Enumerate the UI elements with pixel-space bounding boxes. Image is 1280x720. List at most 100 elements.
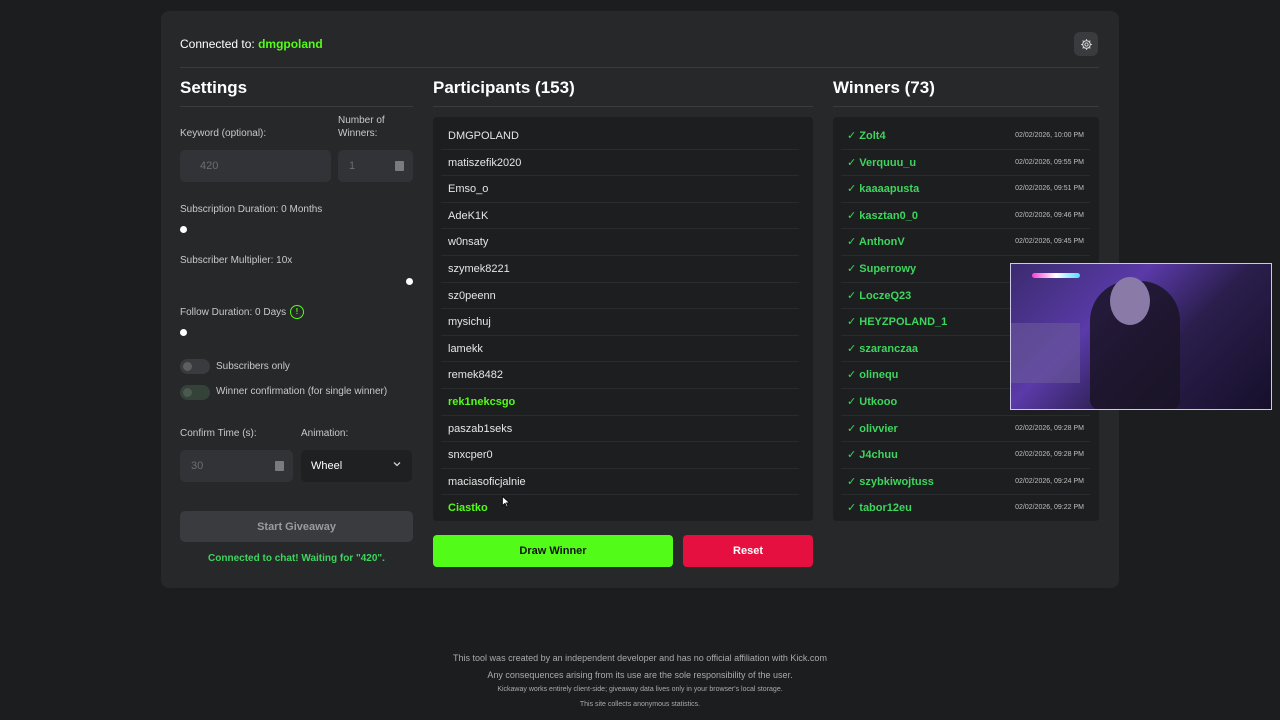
participant-row[interactable]: w0nsaty	[441, 229, 799, 256]
checkmark-icon: ✓	[847, 369, 857, 382]
checkmark-icon: ✓	[847, 502, 857, 515]
winner-name-text: J4chuu	[859, 449, 898, 462]
participants-divider	[433, 106, 813, 107]
checkmark-icon: ✓	[847, 263, 857, 275]
reset-button[interactable]: Reset	[683, 535, 813, 567]
winner-name: ✓ kasztan0_0	[847, 203, 918, 229]
winner-name: ✓ kaaaapusta	[847, 176, 919, 202]
animation-select[interactable]: Wheel	[301, 450, 412, 482]
confirm-time-value: 30	[191, 460, 204, 472]
stepper-icon[interactable]	[395, 161, 404, 171]
winner-row[interactable]: ✓ kaaaapusta 02/02/2026, 09:51 PM	[841, 176, 1090, 203]
winner-timestamp: 02/02/2026, 09:22 PM	[1015, 504, 1084, 512]
winner-name-text: LoczeQ23	[859, 289, 912, 302]
draw-winner-button[interactable]: Draw Winner	[433, 535, 673, 567]
participant-row[interactable]: rek1nekcsgo	[441, 389, 799, 416]
checkmark-icon: ✓	[847, 209, 857, 222]
follow-duration-label: Follow Duration: 0 Days	[180, 307, 287, 318]
confirm-time-input[interactable]: 30	[180, 450, 293, 482]
follow-duration-slider-handle[interactable]	[180, 329, 187, 336]
webcam-overlay	[1010, 263, 1272, 410]
winner-name: ✓ LoczeQ23	[847, 283, 911, 309]
participants-title-suffix: )	[569, 78, 575, 97]
winner-name-text: szybkiwojtuss	[859, 475, 934, 488]
participant-row[interactable]: maciasoficjalnie	[441, 469, 799, 496]
participant-row[interactable]: sz0peenn	[441, 283, 799, 310]
participant-row[interactable]: Emso_o	[441, 176, 799, 203]
header-divider	[180, 67, 1099, 68]
winner-confirmation-label: Winner confirmation (for single winner)	[216, 386, 388, 397]
winner-timestamp: 02/02/2026, 09:55 PM	[1015, 158, 1084, 166]
participant-row[interactable]: lamekk	[441, 336, 799, 363]
start-giveaway-button[interactable]: Start Giveaway	[180, 511, 413, 542]
winner-name: ✓ olinequ	[847, 362, 898, 388]
participant-row[interactable]: paszab1seks	[441, 416, 799, 443]
winner-row[interactable]: ✓ kasztan0_0 02/02/2026, 09:46 PM	[841, 203, 1090, 230]
gear-icon	[1080, 38, 1092, 50]
chevron-down-icon	[393, 462, 401, 467]
toggle-knob	[183, 388, 192, 397]
checkmark-icon: ✓	[847, 236, 857, 249]
participant-row[interactable]: szymek8221	[441, 256, 799, 283]
settings-button[interactable]	[1074, 32, 1098, 56]
winners-count-value: 1	[349, 160, 356, 172]
keyword-input[interactable]: 420	[180, 150, 331, 182]
participant-row[interactable]: matiszefik2020	[441, 150, 799, 177]
participant-row[interactable]: AdeK1K	[441, 203, 799, 230]
winner-row[interactable]: ✓ J4chuu 02/02/2026, 09:28 PM	[841, 442, 1090, 469]
winners-count-input[interactable]: 1	[338, 150, 413, 182]
channel-name: dmgpoland	[258, 37, 323, 51]
participant-row[interactable]: remek8482	[441, 362, 799, 389]
winner-row[interactable]: ✓ olivvier 02/02/2026, 09:28 PM	[841, 416, 1090, 443]
participants-list[interactable]: DMGPOLAND matiszefik2020 Emso_o AdeK1K w0nsa…	[433, 117, 813, 521]
footer-storage-note: Kickaway works entirely client-side; giv…	[497, 686, 783, 693]
checkmark-icon: ✓	[847, 449, 857, 462]
winner-name: ✓ olivvier	[847, 416, 898, 442]
checkmark-icon: ✓	[847, 183, 857, 196]
winner-name-text: Zolt4	[859, 130, 886, 142]
info-icon[interactable]: !	[290, 305, 304, 319]
connected-prefix: Connected to:	[180, 37, 259, 51]
winner-row[interactable]: ✓ szybkiwojtuss 02/02/2026, 09:24 PM	[841, 469, 1090, 496]
settings-title: Settings	[180, 78, 248, 97]
winner-name: ✓ AnthonV	[847, 229, 905, 255]
subscriber-multiplier-slider-handle[interactable]	[406, 278, 413, 285]
winner-name-text: Verquuu_u	[859, 156, 917, 169]
winner-name: ✓ tabor12eu	[847, 495, 912, 521]
subscribers-only-toggle[interactable]	[180, 359, 210, 374]
winner-row[interactable]: ✓ AnthonV 02/02/2026, 09:45 PM	[841, 229, 1090, 256]
subscription-duration-slider-handle[interactable]	[180, 226, 187, 233]
winner-name-text: tabor12eu	[859, 502, 912, 515]
checkmark-icon: ✓	[847, 422, 857, 435]
winner-row[interactable]: ✓ tabor12eu 02/02/2026, 09:22 PM	[841, 495, 1090, 521]
winners-title: Winners (73)	[833, 78, 935, 97]
subscriber-multiplier-label: Subscriber Multiplier: 10x	[180, 255, 293, 266]
checkmark-icon: ✓	[847, 396, 857, 408]
winner-name-text: kasztan0_0	[859, 209, 918, 222]
winner-name: ✓ szaranczaa	[847, 336, 918, 362]
winner-row[interactable]: ✓ Verquuu_u 02/02/2026, 09:55 PM	[841, 150, 1090, 177]
winner-name-text: Superrowy	[859, 263, 917, 275]
keyword-placeholder: 420	[200, 160, 219, 172]
mouse-cursor-icon	[502, 496, 510, 508]
participant-row[interactable]: Ciastko	[441, 495, 799, 521]
winner-confirmation-toggle[interactable]	[180, 385, 210, 400]
animation-label: Animation:	[301, 428, 349, 439]
winner-row[interactable]: ✓ Zolt4 02/02/2026, 10:00 PM	[841, 123, 1090, 150]
winner-timestamp: 02/02/2026, 09:24 PM	[1015, 477, 1084, 485]
participant-row[interactable]: snxcper0	[441, 442, 799, 469]
chat-status-message: Connected to chat! Waiting for "420".	[208, 553, 385, 564]
winner-name: ✓ HEYZPOLAND_1	[847, 309, 947, 335]
winner-name-text: AnthonV	[858, 236, 905, 249]
footer-stats-note: This site collects anonymous statistics.	[579, 701, 701, 708]
participant-row[interactable]: DMGPOLAND	[441, 123, 799, 150]
winner-timestamp: 02/02/2026, 09:46 PM	[1015, 211, 1084, 219]
participants-count: 153	[540, 78, 570, 97]
checkmark-icon: ✓	[847, 475, 857, 488]
participants-title-prefix: Participants (	[433, 78, 541, 97]
subscribers-only-label: Subscribers only	[216, 361, 290, 372]
winner-timestamp: 02/02/2026, 10:00 PM	[1015, 132, 1084, 139]
winner-name-text: kaaaapusta	[859, 183, 920, 196]
stepper-icon[interactable]	[275, 461, 284, 471]
participant-row[interactable]: mysichuj	[441, 309, 799, 336]
